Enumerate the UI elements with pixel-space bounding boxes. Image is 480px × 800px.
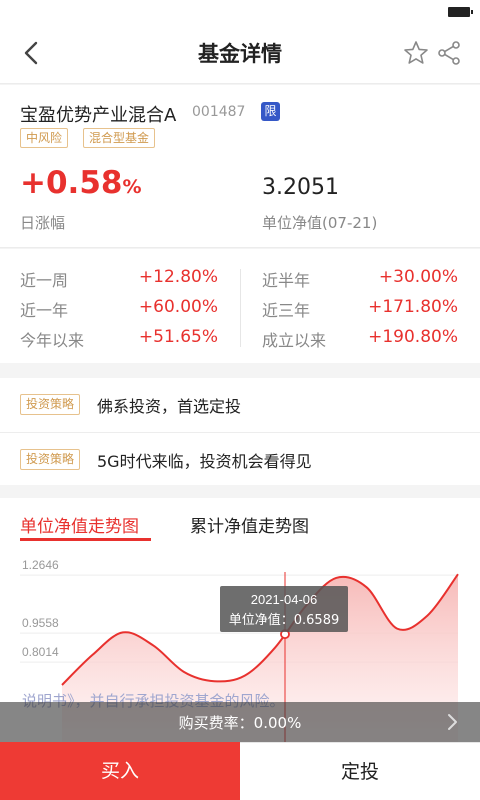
chart-tooltip: 2021-04-06 单位净值：0.6589 bbox=[220, 586, 348, 632]
performance-divider bbox=[240, 269, 241, 347]
tooltip-date: 2021-04-06 bbox=[251, 592, 318, 607]
purchase-fee-rate: 购买费率：0.00% bbox=[178, 714, 302, 732]
perf-value: +190.80% bbox=[368, 327, 458, 347]
fee-bar[interactable]: 购买费率：0.00% bbox=[0, 702, 480, 742]
perf-item-ytd: 今年以来 +51.65% bbox=[20, 327, 218, 357]
battery-icon bbox=[448, 7, 473, 17]
perf-label: 今年以来 bbox=[20, 331, 85, 350]
strategy-card: 投资策略 佛系投资，首选定投 投资策略 5G时代来临，投资机会看得见 bbox=[0, 378, 480, 485]
performance-card: 近一周 +12.80% 近半年 +30.00% 近一年 +60.00% 近三年 … bbox=[0, 249, 480, 363]
perf-value: +12.80% bbox=[138, 267, 218, 287]
tab-unit-nav-trend[interactable]: 单位净值走势图 bbox=[20, 512, 139, 537]
perf-label: 近三年 bbox=[262, 301, 311, 320]
active-tab-indicator bbox=[20, 538, 151, 541]
perf-item-since-inception: 成立以来 +190.80% bbox=[262, 327, 458, 357]
y-tick-label: 0.8014 bbox=[22, 645, 59, 659]
perf-value: +171.80% bbox=[368, 297, 458, 317]
fund-type-tag: 混合型基金 bbox=[83, 128, 156, 148]
chevron-right-icon bbox=[448, 714, 457, 730]
auto-invest-button[interactable]: 定投 bbox=[240, 742, 480, 800]
day-change-label: 日涨幅 bbox=[20, 214, 66, 232]
strategy-item[interactable]: 投资策略 佛系投资，首选定投 bbox=[0, 378, 480, 431]
strategy-tag: 投资策略 bbox=[20, 449, 81, 470]
perf-label: 近一周 bbox=[20, 271, 69, 290]
perf-value: +60.00% bbox=[138, 297, 218, 317]
y-tick-label: 1.2646 bbox=[22, 558, 59, 572]
fund-detail-screen: 基金详情 宝盈优势产业混合A 001487 限 中风险 混合型基金 +0.58%… bbox=[0, 0, 480, 800]
unit-nav-label: 单位净值(07-21) bbox=[262, 214, 378, 232]
strategy-item[interactable]: 投资策略 5G时代来临，投资机会看得见 bbox=[0, 432, 480, 485]
fund-code: 001487 bbox=[192, 104, 246, 120]
y-tick-label: 0.9558 bbox=[22, 616, 59, 630]
perf-label: 成立以来 bbox=[262, 331, 327, 350]
perf-item-1w: 近一周 +12.80% bbox=[20, 267, 218, 297]
perf-item-3y: 近三年 +171.80% bbox=[262, 297, 458, 327]
perf-item-1y: 近一年 +60.00% bbox=[20, 297, 218, 327]
day-change: +0.58% bbox=[20, 165, 142, 201]
status-bar bbox=[0, 0, 480, 22]
share-button[interactable] bbox=[436, 40, 462, 66]
fund-summary-card: 宝盈优势产业混合A 001487 限 中风险 混合型基金 +0.58% 日涨幅 … bbox=[0, 85, 480, 248]
perf-label: 近半年 bbox=[262, 271, 311, 290]
day-change-value: +0.58 bbox=[20, 165, 123, 201]
star-icon bbox=[404, 41, 428, 64]
share-icon bbox=[438, 41, 460, 65]
perf-value: +30.00% bbox=[378, 267, 458, 287]
buy-button[interactable]: 买入 bbox=[0, 742, 240, 800]
tooltip-value: 0.6589 bbox=[294, 613, 340, 628]
strategy-tag: 投资策略 bbox=[20, 394, 81, 415]
favorite-button[interactable] bbox=[403, 40, 429, 66]
perf-label: 近一年 bbox=[20, 301, 69, 320]
tooltip-label: 单位净值： bbox=[229, 612, 294, 628]
y-axis-ticks: 1.2646 0.9558 0.8014 bbox=[22, 558, 59, 659]
fund-name: 宝盈优势产业混合A bbox=[20, 105, 177, 126]
unit-nav-value: 3.2051 bbox=[262, 175, 339, 200]
tab-cumulative-nav-trend[interactable]: 累计净值走势图 bbox=[190, 512, 309, 537]
nav-bar: 基金详情 bbox=[0, 22, 480, 84]
strategy-text: 5G时代来临，投资机会看得见 bbox=[97, 452, 312, 471]
strategy-text: 佛系投资，首选定投 bbox=[97, 397, 242, 416]
perf-item-6m: 近半年 +30.00% bbox=[262, 267, 458, 297]
tooltip-value-line: 单位净值：0.6589 bbox=[229, 612, 340, 628]
perf-value: +51.65% bbox=[138, 327, 218, 347]
limit-badge: 限 bbox=[261, 102, 280, 121]
day-change-unit: % bbox=[122, 176, 142, 198]
risk-tag: 中风险 bbox=[20, 128, 69, 148]
